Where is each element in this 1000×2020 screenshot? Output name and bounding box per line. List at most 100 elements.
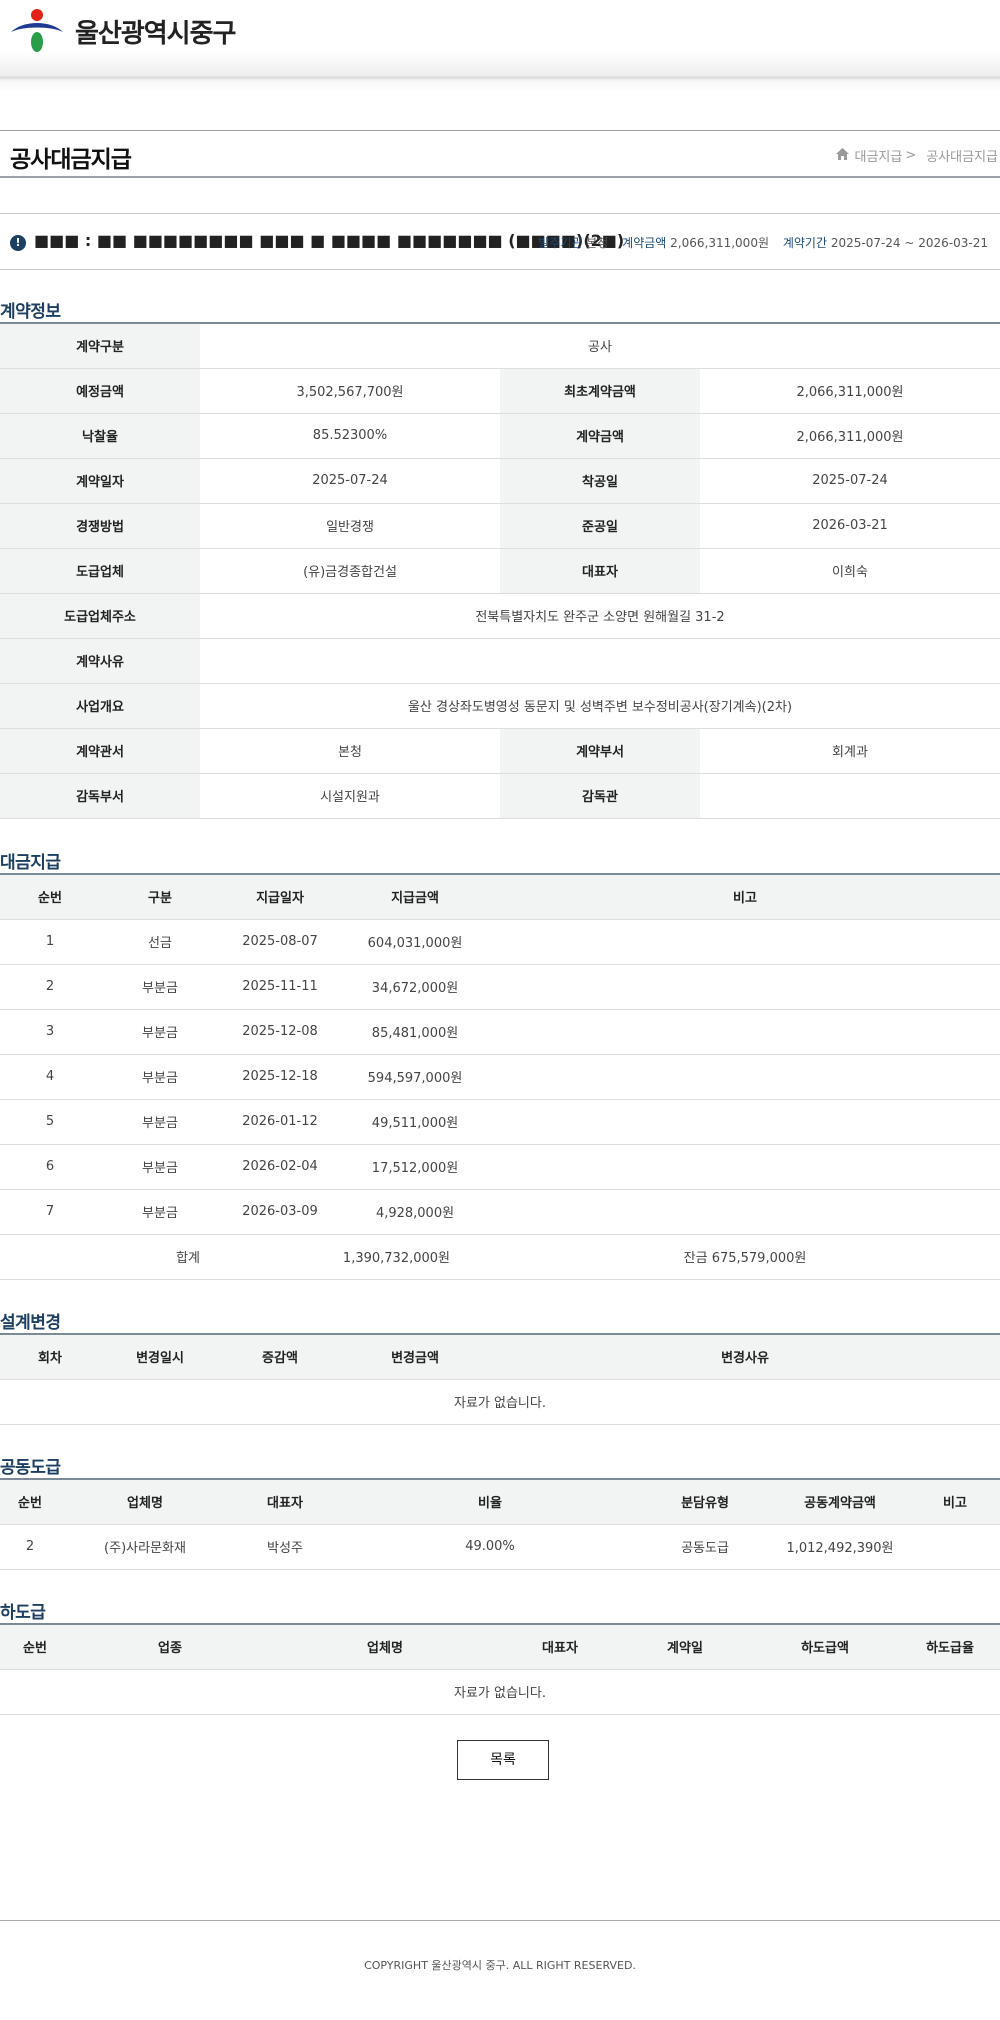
table-cell: 6 <box>0 1144 100 1190</box>
table-row: 자료가 없습니다. <box>0 1669 1000 1715</box>
design-change-heading: 설계변경 <box>0 1313 61 1333</box>
list-button[interactable]: 목록 <box>457 1740 549 1780</box>
cell-label: 계약사유 <box>0 638 200 684</box>
table-cell: 2026-03-09 <box>220 1189 340 1235</box>
cell-value: 2,066,311,000원 <box>700 413 1000 459</box>
table-cell <box>490 1144 1000 1190</box>
table-cell <box>490 1054 1000 1100</box>
table-cell: 17,512,000원 <box>340 1144 490 1190</box>
column-header: 구분 <box>100 874 220 920</box>
cell-value: 울산 경상좌도병영성 동문지 및 성벽주변 보수정비공사(장기계속)(2차) <box>200 683 1000 729</box>
site-logo[interactable]: 울산광역시중구 <box>9 8 236 54</box>
table-row: 7 부분금 2026-03-09 4,928,000원 <box>0 1189 1000 1235</box>
column-header: 비고 <box>490 874 1000 920</box>
column-header: 하도급율 <box>900 1624 1000 1670</box>
table-cell: 선금 <box>100 919 220 965</box>
table-header-row: 회차 변경일시 증감액 변경금액 변경사유 <box>0 1334 1000 1380</box>
table-cell <box>910 1524 1000 1570</box>
table-cell: 4,928,000원 <box>340 1189 490 1235</box>
order-org-label: 발주기관 <box>538 236 583 250</box>
column-header: 업종 <box>70 1624 270 1670</box>
contract-amount-value: 2,066,311,000원 <box>670 236 769 250</box>
cell-label: 최초계약금액 <box>500 368 700 414</box>
column-header: 순번 <box>0 1479 60 1525</box>
table-cell <box>490 919 1000 965</box>
table-header-row: 순번 업체명 대표자 비율 분담유형 공동계약금액 비고 <box>0 1479 1000 1525</box>
table-cell: 박성주 <box>230 1524 340 1570</box>
table-row: 2 (주)사라문화재 박성주 49.00% 공동도급 1,012,492,390… <box>0 1524 1000 1570</box>
table-cell: 4 <box>0 1054 100 1100</box>
table-row: 자료가 없습니다. <box>0 1379 1000 1425</box>
column-header: 하도급액 <box>750 1624 900 1670</box>
contract-summary: ! ■■■ : ■■ ■■■■■■■■ ■■■ ■ ■■■■ ■■■■■■■ (… <box>0 213 1000 270</box>
subcontract-table: 순번 업종 업체명 대표자 계약일 하도급액 하도급율 자료가 없습니다. <box>0 1623 1000 1715</box>
table-cell: 2026-02-04 <box>220 1144 340 1190</box>
breadcrumb-item-payment[interactable]: 대금지급 <box>854 146 902 165</box>
cell-value: 2026-03-21 <box>700 503 1000 549</box>
cell-label: 도급업체 <box>0 548 200 594</box>
payments-heading: 대금지급 <box>0 853 61 873</box>
table-row: 5 부분금 2026-01-12 49,511,000원 <box>0 1099 1000 1145</box>
cell-label: 감독부서 <box>0 773 200 819</box>
cell-value: 본청 <box>200 728 500 774</box>
cell-value: 일반경쟁 <box>200 503 500 549</box>
cell-value: 전북특별자치도 완주군 소양면 원해월길 31-2 <box>200 593 1000 639</box>
table-header-row: 순번 구분 지급일자 지급금액 비고 <box>0 874 1000 920</box>
cell-label: 계약부서 <box>500 728 700 774</box>
site-logo-text: 울산광역시중구 <box>75 18 236 49</box>
cell-label: 계약관서 <box>0 728 200 774</box>
table-cell: 2 <box>0 1524 60 1570</box>
cell-value: 3,502,567,700원 <box>200 368 500 414</box>
cell-value <box>700 773 1000 819</box>
column-header: 공동계약금액 <box>770 1479 910 1525</box>
contract-amount-label: 계약금액 <box>622 236 667 250</box>
contract-info-table: 계약구분 공사 예정금액 3,502,567,700원 최초계약금액 2,066… <box>0 322 1000 819</box>
breadcrumb-item-current[interactable]: 공사대금지급 <box>926 146 998 165</box>
site-header: 울산광역시중구 <box>0 0 1000 92</box>
design-change-table: 회차 변경일시 증감액 변경금액 변경사유 자료가 없습니다. <box>0 1333 1000 1425</box>
column-header: 비고 <box>910 1479 1000 1525</box>
payments-table: 순번 구분 지급일자 지급금액 비고 1 선금 2025-08-07 604,031,… <box>0 873 1000 1280</box>
table-cell: 1 <box>0 919 100 965</box>
cell-label: 예정금액 <box>0 368 200 414</box>
cell-value: 회계과 <box>700 728 1000 774</box>
home-icon[interactable] <box>836 147 850 164</box>
column-header: 순번 <box>0 1624 70 1670</box>
cell-label: 감독관 <box>500 773 700 819</box>
cell-label: 계약구분 <box>0 323 200 369</box>
table-row: 4 부분금 2025-12-18 594,597,000원 <box>0 1054 1000 1100</box>
table-row: 예정금액 3,502,567,700원 최초계약금액 2,066,311,000… <box>0 368 1000 414</box>
table-row: 사업개요 울산 경상좌도병영성 동문지 및 성벽주변 보수정비공사(장기계속)(… <box>0 683 1000 729</box>
table-row: 계약일자 2025-07-24 착공일 2025-07-24 <box>0 458 1000 504</box>
column-header: 업체명 <box>270 1624 500 1670</box>
alert-icon: ! <box>10 235 26 251</box>
column-header: 순번 <box>0 874 100 920</box>
table-cell: 49.00% <box>340 1524 640 1570</box>
table-cell: 2026-01-12 <box>220 1099 340 1145</box>
column-header: 변경금액 <box>340 1334 490 1380</box>
cell-value: (유)금경종합건설 <box>200 548 500 594</box>
jung-gu-emblem-icon <box>11 9 63 52</box>
table-row: 경쟁방법 일반경쟁 준공일 2026-03-21 <box>0 503 1000 549</box>
column-header: 분담유형 <box>640 1479 770 1525</box>
table-cell: 7 <box>0 1189 100 1235</box>
table-row: 계약관서 본청 계약부서 회계과 <box>0 728 1000 774</box>
table-row: 2 부분금 2025-11-11 34,672,000원 <box>0 964 1000 1010</box>
subcontract-heading: 하도급 <box>0 1603 46 1623</box>
page-title: 공사대금지급 <box>10 147 132 173</box>
cell-value: 공사 <box>200 323 1000 369</box>
column-header: 대표자 <box>500 1624 620 1670</box>
cell-label: 준공일 <box>500 503 700 549</box>
table-cell: 2025-12-08 <box>220 1009 340 1055</box>
column-header: 증감액 <box>220 1334 340 1380</box>
table-cell: (주)사라문화재 <box>60 1524 230 1570</box>
cell-value: 시설지원과 <box>200 773 500 819</box>
table-cell: 2025-11-11 <box>220 964 340 1010</box>
table-row: 도급업체주소 전북특별자치도 완주군 소양면 원해월길 31-2 <box>0 593 1000 639</box>
cell-label: 사업개요 <box>0 683 200 729</box>
page-title-bar: 공사대금지급 대금지급 > 공사대금지급 <box>0 130 1000 178</box>
table-cell: 2025-12-18 <box>220 1054 340 1100</box>
cell-value: 2025-07-24 <box>700 458 1000 504</box>
table-cell: 부분금 <box>100 1144 220 1190</box>
table-cell: 부분금 <box>100 1099 220 1145</box>
